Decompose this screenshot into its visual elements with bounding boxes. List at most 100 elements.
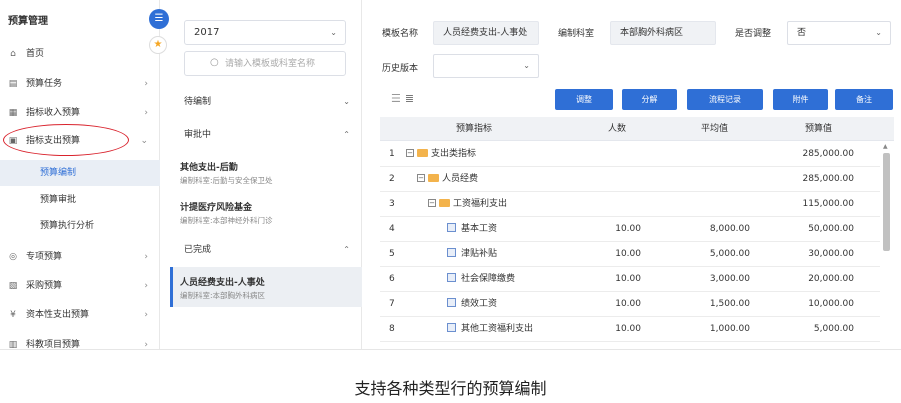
task-title: 计提医疗风险基金 <box>180 203 253 213</box>
sidebar-item-label: 专项预算 <box>26 252 63 262</box>
row-name: 绩效工资 <box>461 299 498 309</box>
row-number: 7 <box>389 299 395 309</box>
row-value: 5,000.00 <box>813 324 854 334</box>
row-name: 人员经费 <box>442 174 479 184</box>
sidebar-subitem-execution-analysis[interactable]: 预算执行分析 <box>0 213 160 239</box>
row-value: 30,000.00 <box>808 249 854 259</box>
search-input[interactable] <box>225 56 340 72</box>
chevron-down-icon: ⌄ <box>343 97 350 106</box>
row-number: 2 <box>389 174 395 184</box>
row-name: 工资福利支出 <box>453 199 508 209</box>
task-subtitle: 编制科室:后勤与安全保卫处 <box>180 176 273 185</box>
adjust-select-value: 否 <box>797 28 807 38</box>
sidebar-subitem-budget-compile[interactable]: 预算编制 <box>0 160 160 186</box>
chevron-down-icon: ⌄ <box>523 61 530 70</box>
row-value: 50,000.00 <box>808 224 854 234</box>
list-view-icon[interactable]: ☰ <box>391 92 405 105</box>
chevron-down-icon: ⌄ <box>875 28 882 37</box>
group-in-approval[interactable]: 审批中 ⌃ <box>170 122 362 148</box>
table-row[interactable]: 3 − 工资福利支出 115,000.00 <box>380 192 880 217</box>
row-number: 6 <box>389 274 395 284</box>
chevron-down-icon: ⌄ <box>330 28 337 37</box>
group-completed[interactable]: 已完成 ⌃ <box>170 237 362 263</box>
row-count: 10.00 <box>615 224 641 234</box>
adjust-select[interactable]: 否 ⌄ <box>787 21 891 45</box>
row-count: 10.00 <box>615 324 641 334</box>
chart-icon: ▦ <box>8 108 18 118</box>
column-header: 预算值 <box>805 124 833 134</box>
task-item-selected[interactable]: 人员经费支出-人事处 编制科室:本部胸外科病区 <box>170 267 362 307</box>
collapse-icon[interactable]: − <box>428 198 436 207</box>
leaf-node-icon <box>447 273 456 282</box>
history-select[interactable]: ⌄ <box>433 54 539 78</box>
table-row[interactable]: 4 基本工资 10.00 8,000.00 50,000.00 <box>380 217 880 242</box>
chevron-right-icon: › <box>144 252 148 262</box>
table-scrollbar[interactable]: ▲ <box>882 143 891 343</box>
list-icon[interactable]: ☰ <box>149 9 169 29</box>
collapse-icon[interactable]: − <box>406 148 414 157</box>
table-row[interactable]: 5 津贴补贴 10.00 5,000.00 30,000.00 <box>380 242 880 267</box>
table-row[interactable]: 6 社会保障缴费 10.00 3,000.00 20,000.00 <box>380 267 880 292</box>
table-row[interactable]: 1 − 支出类指标 285,000.00 <box>380 142 880 167</box>
sidebar-subitem-budget-approval[interactable]: 预算审批 <box>0 187 160 213</box>
money-icon: ¥ <box>10 310 16 320</box>
search-box: ○ <box>184 51 346 76</box>
leaf-node-icon <box>447 298 456 307</box>
group-label: 审批中 <box>184 130 212 140</box>
row-name: 津贴补贴 <box>461 249 498 259</box>
adjust-button[interactable]: 调整 <box>555 89 613 110</box>
task-item[interactable]: 其他支出-后勤 编制科室:后勤与安全保卫处 <box>170 160 362 186</box>
table-row[interactable]: 7 绩效工资 10.00 1,500.00 10,000.00 <box>380 292 880 317</box>
sidebar-item-special-budget[interactable]: ◎ 专项预算 › <box>0 244 160 270</box>
leaf-node-icon <box>447 323 456 332</box>
row-number: 1 <box>389 149 395 159</box>
chevron-down-icon: ⌄ <box>140 136 148 146</box>
chevron-right-icon: › <box>144 281 148 291</box>
sidebar-item-home[interactable]: ⌂ 首页 <box>0 41 160 67</box>
row-value: 10,000.00 <box>808 299 854 309</box>
sidebar-item-income-budget[interactable]: ▦ 指标收入预算 › <box>0 100 160 126</box>
sidebar-item-label: 资本性支出预算 <box>26 310 90 320</box>
sidebar-item-purchase-budget[interactable]: ▧ 采购预算 › <box>0 273 160 299</box>
sidebar-item-label: 指标收入预算 <box>26 108 81 118</box>
process-log-button[interactable]: 流程记录 <box>687 89 763 110</box>
cart-icon: ▧ <box>8 281 18 291</box>
note-button[interactable]: 备注 <box>835 89 893 110</box>
scrollbar-thumb[interactable] <box>883 153 890 251</box>
column-header: 预算指标 <box>456 124 493 134</box>
sidebar-item-label: 首页 <box>26 49 45 59</box>
group-pending[interactable]: 待编制 ⌄ <box>170 89 362 115</box>
task-title: 其他支出-后勤 <box>180 163 238 173</box>
table-row[interactable]: 8 其他工资福利支出 10.00 1,000.00 5,000.00 <box>380 317 880 342</box>
view-toggle[interactable]: ☰≣ <box>391 92 418 105</box>
task-subtitle: 编制科室:本部胸外科病区 <box>180 291 266 300</box>
row-number: 3 <box>389 199 395 209</box>
detail-view-icon[interactable]: ≣ <box>405 92 418 105</box>
collapse-icon[interactable]: − <box>417 173 425 182</box>
chevron-right-icon: › <box>144 79 148 89</box>
leaf-node-icon <box>447 248 456 257</box>
sidebar-item-budget-tasks[interactable]: ▤ 预算任务 › <box>0 71 160 97</box>
attachment-button[interactable]: 附件 <box>773 89 828 110</box>
row-number: 4 <box>389 224 395 234</box>
scroll-up-icon[interactable]: ▲ <box>883 143 888 150</box>
star-icon[interactable]: ★ <box>149 36 167 54</box>
dept-label: 编制科室 <box>558 29 595 39</box>
sidebar-item-capital-budget[interactable]: ¥ 资本性支出预算 › <box>0 302 160 328</box>
row-value: 285,000.00 <box>802 149 854 159</box>
row-name: 社会保障缴费 <box>461 274 516 284</box>
main-content: 模板名称 人员经费支出-人事处 编制科室 本部胸外科病区 是否调整 否 ⌄ 历史… <box>363 0 901 349</box>
folder-icon <box>428 173 439 182</box>
year-select[interactable]: 2017 ⌄ <box>184 20 346 45</box>
table-row[interactable]: 2 − 人员经费 285,000.00 <box>380 167 880 192</box>
dept-field: 本部胸外科病区 <box>610 21 716 45</box>
caption: 支持各种类型行的预算编制 <box>354 379 547 398</box>
sidebar-subitem-label: 预算审批 <box>40 195 77 205</box>
leaf-node-icon <box>447 223 456 232</box>
year-select-value: 2017 <box>194 27 220 38</box>
sidebar: 预算管理 ⌂ 首页 ▤ 预算任务 › ▦ 指标收入预算 › ▣ 指标支出预算 ⌄… <box>0 0 160 349</box>
sidebar-item-research-budget[interactable]: ▥ 科教项目预算 › <box>0 332 160 349</box>
highlight-circle <box>3 124 129 156</box>
split-button[interactable]: 分解 <box>622 89 677 110</box>
task-item[interactable]: 计提医疗风险基金 编制科室:本部神经外科门诊 <box>170 200 362 226</box>
